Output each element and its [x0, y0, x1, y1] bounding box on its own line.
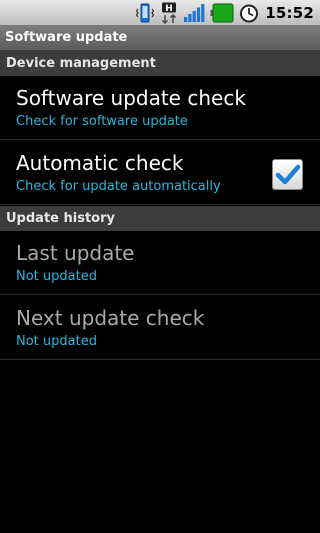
software-update-check-item[interactable]: Software update check Check for software… — [0, 76, 320, 140]
alarm-clock-icon — [239, 0, 259, 25]
signal-icon — [183, 0, 205, 25]
automatic-check-checkbox[interactable] — [272, 159, 303, 190]
item-title: Software update check — [16, 86, 246, 110]
item-title: Last update — [16, 241, 135, 265]
item-subtitle: Not updated — [16, 269, 97, 284]
page-title: Software update — [5, 30, 128, 45]
item-subtitle: Check for software update — [16, 114, 188, 129]
checkmark-icon — [275, 164, 300, 184]
item-subtitle: Not updated — [16, 334, 97, 349]
section-header-device-management: Device management — [0, 51, 320, 76]
item-title: Next update check — [16, 306, 205, 330]
network-type-letter: H — [165, 4, 173, 14]
last-update-item: Last update Not updated — [0, 231, 320, 295]
clock-time: 15:52 — [265, 3, 314, 22]
automatic-check-item[interactable]: Automatic check Check for update automat… — [0, 141, 320, 205]
vibrate-icon — [135, 0, 155, 25]
status-bar: H 15:52 — [0, 0, 320, 25]
item-subtitle: Check for update automatically — [16, 179, 221, 194]
hspa-data-icon: H — [160, 0, 178, 25]
next-update-check-item: Next update check Not updated — [0, 296, 320, 360]
item-title: Automatic check — [16, 151, 184, 175]
section-header-update-history: Update history — [0, 206, 320, 231]
section-header-label: Device management — [6, 56, 156, 71]
battery-icon — [210, 0, 234, 25]
title-bar: Software update — [0, 25, 320, 51]
section-header-label: Update history — [6, 211, 115, 226]
